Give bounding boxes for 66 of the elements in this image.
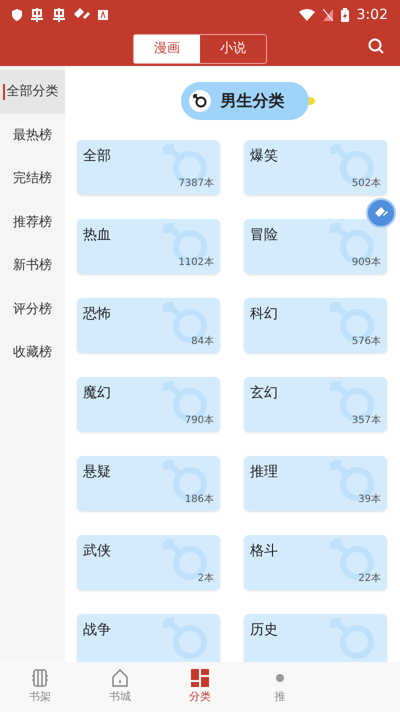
category-name: 战争 (83, 621, 111, 640)
book-count: 22本 (358, 572, 381, 586)
category-card[interactable]: 恐怖 84本 (77, 298, 220, 353)
search-icon[interactable] (368, 38, 384, 54)
book-count: 357本 (352, 414, 381, 428)
no-signal-icon (322, 9, 333, 21)
status-time: 3:02 (356, 6, 388, 24)
wifi-icon (298, 9, 315, 21)
nav-tab[interactable]: 分类 (160, 662, 240, 712)
category-name: 科幻 (250, 305, 278, 324)
category-name: 格斗 (250, 542, 278, 561)
book-count: 7387本 (178, 176, 214, 191)
sidebar-item[interactable]: 全部分类 (0, 70, 65, 114)
grid-icon (191, 668, 209, 687)
category-card[interactable]: 推理 39本 (244, 456, 387, 511)
category-card[interactable]: 玄幻 357本 (244, 377, 387, 432)
sidebar-item[interactable]: 评分榜 (0, 288, 65, 331)
sidebar-item[interactable]: 完结榜 (0, 157, 65, 200)
bug-icon (52, 8, 66, 22)
book-count: 576本 (352, 334, 381, 349)
brush-icon (74, 8, 90, 22)
category-card[interactable]: 热血 1102本 (77, 219, 220, 274)
book-count: 84本 (191, 334, 214, 349)
book-count: 2本 (198, 572, 214, 586)
category-card[interactable]: 爆笑 502本 (244, 140, 387, 195)
category-card[interactable]: 魔幻 790本 (77, 377, 220, 432)
category-name: 热血 (83, 226, 111, 245)
category-name: 武侠 (83, 542, 111, 561)
tab[interactable]: 漫画 (134, 35, 200, 63)
section-title: 男生分类 (220, 90, 284, 112)
book-count: 909本 (352, 256, 381, 270)
bug-icon (30, 8, 44, 22)
book-count: 186本 (184, 492, 214, 507)
male-symbol-icon (188, 90, 210, 112)
book-count: 790本 (184, 414, 214, 428)
sidebar-item[interactable]: 最热榜 (0, 114, 65, 157)
sidebar-item[interactable]: 收藏榜 (0, 331, 65, 374)
tab[interactable]: 小说 (200, 35, 266, 63)
book-icon (31, 668, 49, 687)
category-card[interactable]: 历史 (244, 614, 387, 662)
category-card[interactable]: 武侠 2本 (77, 535, 220, 590)
category-name: 冒险 (250, 226, 278, 245)
category-card[interactable]: 全部 7387本 (77, 140, 220, 195)
category-name: 历史 (250, 621, 278, 640)
category-card[interactable]: 科幻 576本 (244, 298, 387, 353)
category-name: 玄幻 (250, 384, 278, 403)
book-count: 39本 (358, 492, 381, 507)
category-name: 魔幻 (83, 384, 111, 403)
floating-brush-button[interactable] (366, 198, 396, 228)
category-card[interactable]: 格斗 22本 (244, 535, 387, 590)
shield-icon (12, 9, 22, 21)
category-card[interactable]: 战争 (77, 614, 220, 662)
battery-icon (340, 8, 349, 22)
category-name: 全部 (83, 147, 111, 166)
home-icon (111, 668, 129, 687)
category-card[interactable]: 冒险 909本 (244, 219, 387, 274)
category-name: 推理 (250, 463, 278, 482)
sidebar-item[interactable]: 新书榜 (0, 244, 65, 288)
category-name: 悬疑 (83, 463, 111, 482)
category-name: 恐怖 (83, 305, 111, 324)
book-count: 502本 (352, 176, 381, 191)
keyboard-icon (98, 10, 108, 20)
category-card[interactable]: 悬疑 186本 (77, 456, 220, 511)
book-count: 1102本 (178, 256, 214, 270)
sidebar-item[interactable]: 推荐榜 (0, 200, 65, 244)
category-name: 爆笑 (250, 147, 278, 166)
